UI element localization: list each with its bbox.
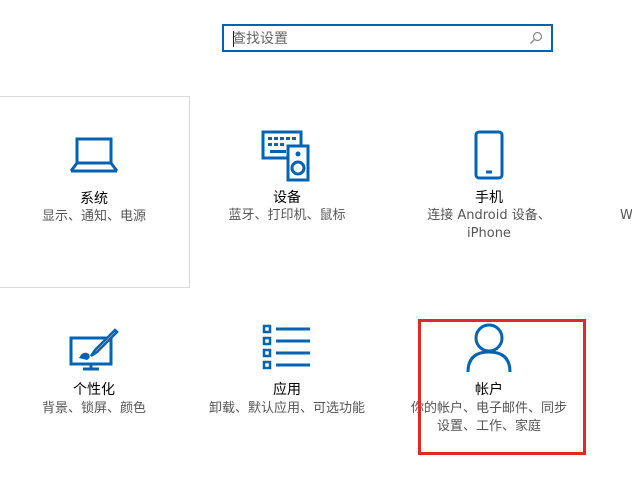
tile-title: 手机 [475, 190, 503, 206]
tile-title: 系统 [80, 191, 108, 207]
tile-description: 显示、通知、电源 [41, 209, 146, 224]
tile-description-line2: iPhone [467, 226, 511, 241]
tile-devices[interactable]: 设备 蓝牙、打印机、鼠标 [192, 96, 382, 288]
list-icon [262, 324, 310, 370]
tile-title: 应用 [273, 382, 301, 398]
keyboard-speaker-icon [261, 130, 310, 182]
search-input[interactable] [232, 29, 522, 49]
text-caret [233, 31, 234, 47]
tile-personalization[interactable]: 个性化 背景、锁屏、颜色 [0, 290, 190, 482]
tile-title: 设备 [273, 190, 301, 206]
tile-apps[interactable]: 应用 卸载、默认应用、可选功能 [192, 290, 382, 482]
phone-icon [474, 130, 504, 180]
monitor-brush-icon [69, 328, 119, 371]
search-icon[interactable] [529, 31, 543, 45]
tile-description: 蓝牙、打印机、鼠标 [228, 208, 346, 223]
tile-description: 背景、锁屏、颜色 [41, 401, 146, 416]
tile-phone[interactable]: 手机 连接 Android 设备、 iPhone [394, 96, 584, 288]
tile-system[interactable]: 系统 显示、通知、电源 [0, 96, 190, 288]
partial-tile-text: W [620, 208, 632, 223]
search-box[interactable] [222, 24, 553, 52]
highlight-annotation [418, 319, 586, 455]
tile-description-line1: 连接 Android 设备、 [427, 208, 551, 223]
tile-description: 卸载、默认应用、可选功能 [208, 401, 365, 416]
laptop-icon [69, 137, 119, 173]
tile-title: 个性化 [73, 382, 115, 398]
